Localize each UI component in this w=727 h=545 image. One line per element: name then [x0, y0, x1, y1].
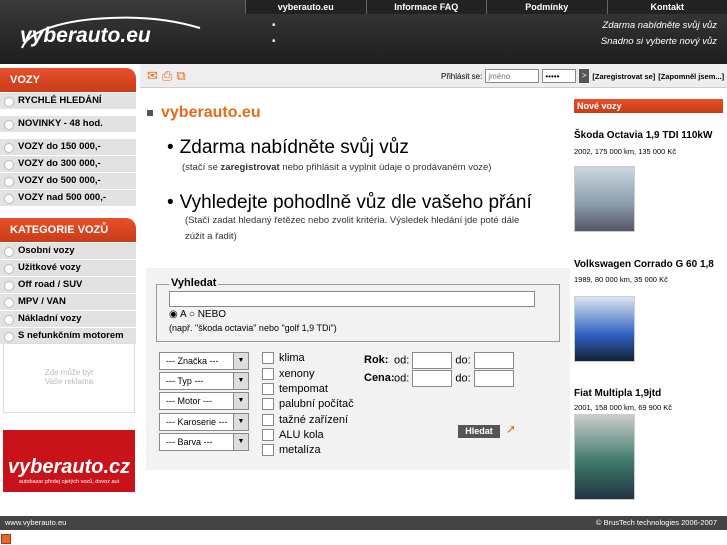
car-photo[interactable]: [574, 166, 635, 232]
check-klima[interactable]: klima: [262, 352, 305, 364]
car-info: 1989, 80 000 km, 35 000 Kč: [574, 275, 668, 284]
year-to-input[interactable]: [473, 352, 514, 369]
tool-icons: ✉ ⎙ ⧉: [147, 68, 186, 84]
nav-home[interactable]: vyberauto.eu: [245, 0, 366, 14]
envelope-icon[interactable]: ✉: [147, 68, 158, 84]
check-tazne-zarizeni[interactable]: tažné zařízení: [262, 414, 348, 426]
body-select[interactable]: --- Karoserie ---: [159, 413, 249, 431]
check-tempomat[interactable]: tempomat: [262, 383, 328, 395]
sidebar-item-price[interactable]: VOZY do 500 000,-: [0, 173, 136, 189]
login-button[interactable]: >: [579, 69, 590, 83]
new-cars-header: Nové vozy: [574, 99, 723, 113]
headline-offer-sub: (stačí se zaregistrovat nebo přihlásit a…: [182, 162, 492, 173]
price-range: Cena:od: do:: [364, 370, 514, 387]
nav-bullet-icon: •: [272, 20, 276, 31]
radio-nebo[interactable]: ○ NEBO: [189, 309, 226, 320]
radio-a[interactable]: ◉ A: [169, 309, 186, 320]
search-mode: ◉ A ○ NEBO: [169, 309, 226, 320]
register-link[interactable]: [Zaregistrovat se]: [592, 72, 655, 81]
car-title[interactable]: Škoda Octavia 1,9 TDI 110kW: [574, 130, 724, 141]
page-title: vyberauto.eu: [147, 104, 261, 122]
search-fieldset: Vyhledat ◉ A ○ NEBO (např. "škoda octavi…: [156, 277, 560, 342]
password-input[interactable]: [542, 69, 577, 83]
car-title[interactable]: Fiat Multipla 1,9jtd: [574, 388, 724, 399]
sidebar-item-new[interactable]: NOVINKY - 48 hod.: [0, 116, 136, 132]
car-info: 2002, 175 000 km, 135 000 Kč: [574, 147, 677, 156]
engine-select[interactable]: --- Motor ---: [159, 392, 249, 410]
login-label: Přihlásit se:: [441, 71, 483, 81]
forgot-link[interactable]: [Zapomněl jsem...]: [658, 72, 724, 81]
arrow-icon: ➚: [506, 422, 517, 436]
check-metaliza[interactable]: metalíza: [262, 444, 321, 456]
register-link[interactable]: zaregistrovat: [221, 162, 280, 173]
kategorie-header: KATEGORIE VOZŮ: [0, 218, 136, 242]
nav-conditions[interactable]: Podmínky: [486, 0, 607, 14]
sidebar-item-price[interactable]: VOZY do 150 000,-: [0, 139, 136, 155]
year-from-input[interactable]: [412, 352, 453, 369]
brand-select[interactable]: --- Značka ---: [159, 352, 249, 370]
nav-faq[interactable]: Informace FAQ: [365, 0, 487, 14]
search-input[interactable]: [169, 291, 535, 307]
car-photo[interactable]: [574, 414, 635, 500]
year-range: Rok: od: do:: [364, 352, 514, 369]
sidebar-item-category[interactable]: Nákladní vozy: [0, 311, 136, 327]
car-title[interactable]: Volkswagen Corrado G 60 1,8: [574, 259, 724, 270]
sidebar-item-category[interactable]: MPV / VAN: [0, 294, 136, 310]
vozy-header: VOZY: [0, 68, 136, 92]
search-legend: Vyhledat: [169, 277, 219, 289]
top-nav: vyberauto.eu Informace FAQ Podmínky Kont…: [245, 0, 727, 14]
printer-icon[interactable]: ⎙: [162, 68, 172, 84]
sidebar-item-category[interactable]: Užitkové vozy: [0, 260, 136, 276]
ad-placeholder[interactable]: Zde může být Vaše reklama: [3, 343, 135, 413]
check-alu-kola[interactable]: ALU kola: [262, 429, 324, 441]
status-icon: [1, 534, 11, 544]
car-photo[interactable]: [574, 296, 635, 362]
footer-copyright: © BrusTech technologies 2006-2007: [595, 518, 717, 527]
check-palubni-pocitac[interactable]: palubní počítač: [262, 398, 354, 410]
banner-ad[interactable]: vyberauto.cz autobazar předej ojetých vo…: [3, 430, 135, 492]
footer-url[interactable]: www.vyberauto.eu: [5, 516, 66, 530]
check-xenony[interactable]: xenony: [262, 368, 314, 380]
search-hint: (např. "škoda octavia" nebo "golf 1,9 TD…: [169, 323, 337, 333]
sitemap-icon[interactable]: ⧉: [176, 68, 185, 84]
color-select[interactable]: --- Barva ---: [159, 433, 249, 451]
headline-offer: Zdarma nabídněte svůj vůz: [167, 137, 409, 159]
sidebar-item-price[interactable]: VOZY nad 500 000,-: [0, 190, 136, 206]
search-button[interactable]: Hledat: [458, 425, 500, 438]
sidebar-item-category[interactable]: S nefunkčním motorem: [0, 328, 136, 344]
username-input[interactable]: [485, 69, 540, 83]
type-select[interactable]: --- Typ ---: [159, 372, 249, 390]
slogan: Zdarma nabídněte svůj vůz Snadno si vybe…: [600, 20, 717, 47]
nav-contact[interactable]: Kontakt: [606, 0, 727, 14]
sidebar-item-category[interactable]: Off road / SUV: [0, 277, 136, 293]
footer: www.vyberauto.eu © BrusTech technologies…: [0, 516, 727, 530]
price-to-input[interactable]: [473, 370, 514, 387]
sidebar-item-price[interactable]: VOZY do 300 000,-: [0, 156, 136, 172]
sidebar-item-category[interactable]: Osobní vozy: [0, 243, 136, 259]
headline-search: Vyhledejte pohodlně vůz dle vašeho přání: [167, 192, 532, 214]
nav-bullet-icon: •: [272, 36, 276, 47]
login-form: Přihlásit se: > [Zaregistrovat se] [Zapo…: [441, 69, 724, 83]
headline-search-sub: (Stačí zadat hledaný řetězec nebo zvolit…: [185, 215, 520, 242]
logo[interactable]: vyberauto.eu: [20, 24, 151, 48]
price-from-input[interactable]: [412, 370, 453, 387]
sidebar-item-quick-search[interactable]: RYCHLÉ HLEDÁNÍ: [0, 93, 136, 109]
car-info: 2001, 158 000 km, 69 900 Kč: [574, 403, 672, 412]
